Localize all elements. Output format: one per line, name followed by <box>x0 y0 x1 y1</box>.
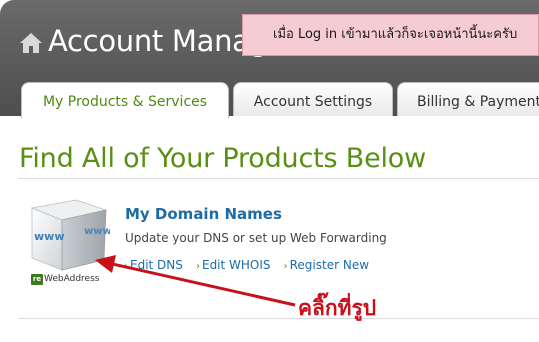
register-new-link[interactable]: › Register New <box>284 258 369 272</box>
tab-my-products[interactable]: My Products & Services <box>21 82 229 118</box>
tab-billing-payment[interactable]: Billing & Payment <box>397 82 539 116</box>
edit-dns-label: Edit DNS <box>130 258 183 272</box>
home-icon[interactable] <box>19 32 43 54</box>
product-links: › Edit DNS › Edit WHOIS › Register New <box>124 254 377 273</box>
brand-badge: re <box>31 274 43 285</box>
product-description: Update your DNS or set up Web Forwarding <box>125 231 387 245</box>
divider <box>18 318 539 319</box>
register-new-label: Register New <box>289 258 370 272</box>
chevron-right-icon: › <box>283 261 288 272</box>
tab-account-settings[interactable]: Account Settings <box>233 82 393 116</box>
edit-whois-label: Edit WHOIS <box>201 258 271 272</box>
page-heading: Find All of Your Products Below <box>19 143 426 174</box>
chevron-right-icon: › <box>195 261 200 272</box>
divider <box>18 178 539 179</box>
webaddress-logo: re WebAddress <box>31 274 99 286</box>
product-title-link[interactable]: My Domain Names <box>125 205 282 223</box>
www-side-text: www <box>84 226 110 237</box>
page-header-title: Account Manag <box>48 24 268 58</box>
annotation-text: คลิ๊กที่รูป <box>298 296 377 320</box>
instruction-callout: เมื่อ Log in เข้ามาแล้วก็จะเจอหน้านี้นะค… <box>242 14 539 56</box>
www-text: www <box>34 230 65 243</box>
edit-whois-link[interactable]: › Edit WHOIS <box>196 258 271 272</box>
edit-dns-link[interactable]: › Edit DNS <box>124 258 183 272</box>
chevron-right-icon: › <box>124 261 128 272</box>
brand-name: WebAddress <box>44 274 100 284</box>
